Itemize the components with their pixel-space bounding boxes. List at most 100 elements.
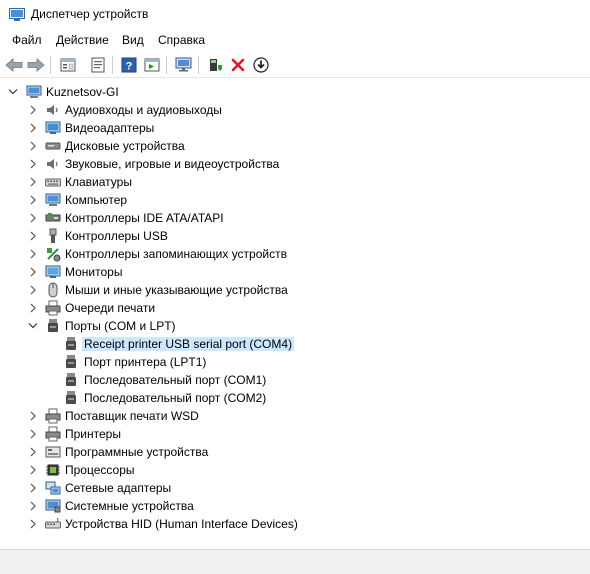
usb-icon: [49, 228, 57, 243]
category-mice[interactable]: Мыши и иные указывающие устройства: [0, 281, 590, 299]
menu-help[interactable]: Справка: [158, 33, 205, 47]
category-label: Порты (COM и LPT): [65, 319, 176, 333]
mouse-icon: [48, 282, 58, 298]
system-device-icon: [45, 499, 61, 513]
toolbar-separator: [166, 56, 167, 74]
expand-arrow-icon[interactable]: [27, 427, 39, 441]
properties-button[interactable]: [87, 54, 109, 76]
display-adapter-icon: [45, 121, 61, 134]
expand-arrow-icon[interactable]: [27, 211, 39, 225]
uninstall-button[interactable]: [227, 54, 249, 76]
category-network-adapters[interactable]: Сетевые адаптеры: [0, 479, 590, 497]
keyboard-icon: [45, 178, 61, 187]
device-lpt1[interactable]: Порт принтера (LPT1): [0, 353, 590, 371]
category-processors[interactable]: Процессоры: [0, 461, 590, 479]
category-label: Принтеры: [65, 427, 121, 441]
menu-action[interactable]: Действие: [56, 33, 109, 47]
port-icon: [66, 391, 76, 404]
device-com1[interactable]: Последовательный порт (COM1): [0, 371, 590, 389]
category-sound-video[interactable]: Звуковые, игровые и видеоустройства: [0, 155, 590, 173]
expand-arrow-icon[interactable]: [27, 229, 39, 243]
tree-root[interactable]: Kuznetsov-GI: [0, 83, 590, 101]
action-view-button[interactable]: [141, 54, 163, 76]
collapse-arrow-icon[interactable]: [27, 319, 39, 333]
monitor-scan-icon: [175, 57, 192, 72]
category-disk-drives[interactable]: Дисковые устройства: [0, 137, 590, 155]
printer-icon: [45, 426, 61, 442]
category-storage-controllers[interactable]: Контроллеры запоминающих устройств: [0, 245, 590, 263]
forward-button[interactable]: [25, 54, 47, 76]
category-label: Дисковые устройства: [65, 139, 185, 153]
menu-view[interactable]: Вид: [122, 33, 144, 47]
port-icon: [48, 319, 58, 332]
hid-icon: [45, 517, 61, 529]
properties-icon: [91, 57, 105, 73]
help-button[interactable]: ?: [118, 54, 140, 76]
expand-arrow-icon[interactable]: [27, 265, 39, 279]
category-printers[interactable]: Принтеры: [0, 425, 590, 443]
expand-arrow-icon[interactable]: [27, 175, 39, 189]
expand-arrow-icon[interactable]: [27, 103, 39, 117]
category-label: Звуковые, игровые и видеоустройства: [65, 157, 280, 171]
properties-view-icon: [60, 58, 76, 72]
expand-arrow-icon[interactable]: [27, 193, 39, 207]
category-label: Поставщик печати WSD: [65, 409, 199, 423]
disk-drive-icon: [45, 142, 61, 150]
device-tree[interactable]: Kuznetsov-GI Аудиовходы и аудиовыходы Ви…: [0, 81, 590, 549]
category-system-devices[interactable]: Системные устройства: [0, 497, 590, 515]
category-wsd-print-provider[interactable]: Поставщик печати WSD: [0, 407, 590, 425]
expand-arrow-icon[interactable]: [27, 445, 39, 459]
port-icon: [66, 355, 76, 368]
scan-hardware-button[interactable]: [173, 54, 195, 76]
category-ide-controllers[interactable]: Контроллеры IDE ATA/ATAPI: [0, 209, 590, 227]
category-software-devices[interactable]: Программные устройства: [0, 443, 590, 461]
category-audio-io[interactable]: Аудиовходы и аудиовыходы: [0, 101, 590, 119]
port-icon: [66, 337, 76, 350]
category-display-adapters[interactable]: Видеоадаптеры: [0, 119, 590, 137]
expand-arrow-icon[interactable]: [27, 499, 39, 513]
expand-arrow-icon[interactable]: [27, 247, 39, 261]
expand-arrow-icon[interactable]: [27, 301, 39, 315]
tree-root-label: Kuznetsov-GI: [46, 85, 119, 99]
toolbar-separator: [198, 56, 199, 74]
category-label: Программные устройства: [65, 445, 209, 459]
port-icon: [66, 373, 76, 386]
expand-arrow-icon[interactable]: [27, 463, 39, 477]
toolbar: ?: [0, 52, 590, 78]
expand-arrow-icon[interactable]: [27, 481, 39, 495]
device-com2[interactable]: Последовательный порт (COM2): [0, 389, 590, 407]
printer-icon: [45, 408, 61, 424]
category-computer[interactable]: Компьютер: [0, 191, 590, 209]
help-icon: ?: [121, 57, 137, 73]
device-label: Последовательный порт (COM2): [84, 391, 267, 405]
printer-icon: [45, 300, 61, 316]
expand-arrow-icon[interactable]: [27, 517, 39, 531]
properties-view-button[interactable]: [57, 54, 79, 76]
collapse-arrow-icon[interactable]: [7, 85, 19, 99]
install-button[interactable]: [250, 54, 272, 76]
category-usb-controllers[interactable]: Контроллеры USB: [0, 227, 590, 245]
category-label: Мыши и иные указывающие устройства: [65, 283, 288, 297]
expand-arrow-icon[interactable]: [27, 139, 39, 153]
category-label: Контроллеры USB: [65, 229, 168, 243]
category-label: Системные устройства: [65, 499, 194, 513]
device-receipt-printer-com4[interactable]: Receipt printer USB serial port (COM4): [0, 335, 590, 353]
device-label-selected: Receipt printer USB serial port (COM4): [82, 337, 295, 351]
category-keyboards[interactable]: Клавиатуры: [0, 173, 590, 191]
menu-bar: Файл Действие Вид Справка: [0, 30, 590, 50]
category-print-queues[interactable]: Очереди печати: [0, 299, 590, 317]
back-button[interactable]: [3, 54, 25, 76]
expand-arrow-icon[interactable]: [27, 121, 39, 135]
category-hid[interactable]: Устройства HID (Human Interface Devices): [0, 515, 590, 533]
category-label: Контроллеры запоминающих устройств: [65, 247, 287, 261]
expand-arrow-icon[interactable]: [27, 157, 39, 171]
category-ports[interactable]: Порты (COM и LPT): [0, 317, 590, 335]
update-driver-button[interactable]: [204, 54, 226, 76]
expand-arrow-icon[interactable]: [27, 409, 39, 423]
category-label: Контроллеры IDE ATA/ATAPI: [65, 211, 224, 225]
menu-file[interactable]: Файл: [12, 33, 42, 47]
category-monitors[interactable]: Мониторы: [0, 263, 590, 281]
category-label: Мониторы: [65, 265, 123, 279]
uninstall-icon: [231, 58, 245, 72]
expand-arrow-icon[interactable]: [27, 283, 39, 297]
